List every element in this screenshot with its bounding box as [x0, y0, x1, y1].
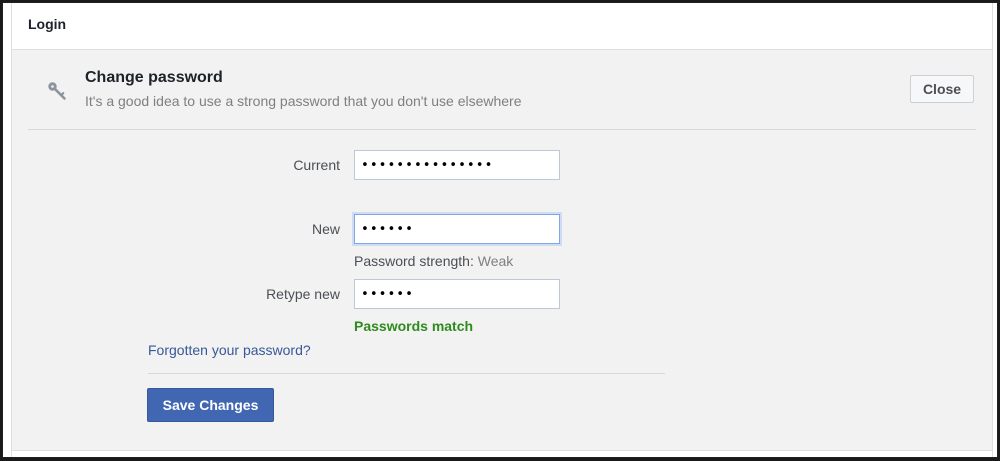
current-password-label: Current: [293, 157, 340, 173]
password-strength-value: Weak: [477, 253, 514, 269]
forgot-password-link[interactable]: Forgotten your password?: [148, 342, 311, 358]
section-subtitle: It's a good idea to use a strong passwor…: [85, 93, 522, 109]
form-divider: [148, 373, 665, 374]
retype-password-label: Retype new: [266, 286, 340, 302]
retype-password-input[interactable]: [354, 279, 560, 309]
key-icon: [48, 82, 66, 100]
password-match-message: Passwords match: [354, 318, 474, 334]
new-password-input[interactable]: [354, 214, 560, 244]
password-strength-label: Password strength:: [354, 253, 474, 269]
section-header: Login: [12, 3, 992, 50]
change-password-panel: Change password It's a good idea to use …: [12, 50, 992, 451]
section-title: Change password: [85, 69, 223, 86]
divider: [28, 129, 976, 130]
close-button[interactable]: Close: [910, 75, 974, 103]
save-changes-button[interactable]: Save Changes: [147, 388, 274, 422]
screenshot-frame: Login Change password It's a good idea t…: [2, 2, 998, 458]
current-password-input[interactable]: [354, 150, 560, 180]
settings-container: Login Change password It's a good idea t…: [11, 3, 993, 457]
page-title: Login: [28, 16, 67, 32]
new-password-label: New: [311, 221, 340, 237]
password-strength: Password strength: Weak: [354, 253, 513, 269]
